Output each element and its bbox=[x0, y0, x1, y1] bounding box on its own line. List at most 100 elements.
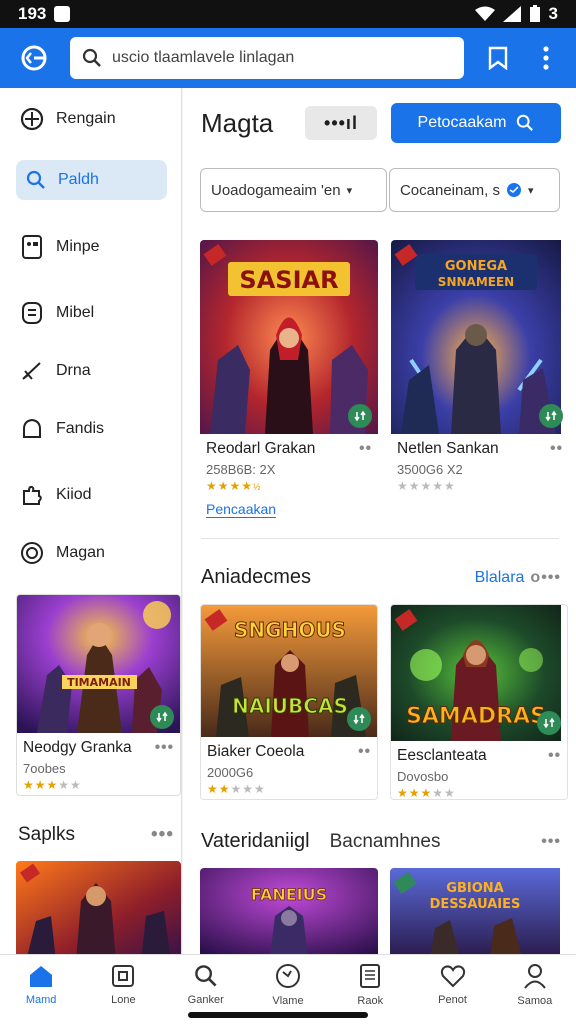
divider bbox=[201, 538, 559, 539]
chevron-down-icon: ▾ bbox=[346, 184, 353, 197]
star-rating: ★★★★½ bbox=[206, 479, 262, 493]
search-icon bbox=[517, 114, 534, 131]
nav-label: Vlame bbox=[272, 994, 304, 1007]
bookmark-icon bbox=[488, 46, 508, 70]
download-badge-icon[interactable] bbox=[150, 705, 174, 729]
sidebar-item-drna[interactable]: Drna bbox=[0, 342, 181, 400]
nav-item-samoa[interactable]: Samoa bbox=[494, 955, 576, 1024]
game-card[interactable]: FANEIUS bbox=[200, 868, 378, 954]
nav-item-penot[interactable]: Penot bbox=[411, 955, 493, 1024]
search-icon bbox=[26, 170, 45, 189]
signal-icon bbox=[502, 6, 521, 22]
home-indicator[interactable] bbox=[188, 1012, 368, 1018]
sidebar-item-label: Fandis bbox=[56, 420, 105, 437]
nav-label: Penot bbox=[438, 993, 467, 1006]
download-badge-icon[interactable] bbox=[348, 404, 372, 428]
svg-text:SNNAMEEN: SNNAMEEN bbox=[438, 275, 514, 289]
sidebar-item-label: Mibel bbox=[56, 304, 95, 321]
card-title-row: Netlen Sankan •• bbox=[397, 440, 563, 458]
more-options-icon[interactable]: •• bbox=[358, 743, 371, 761]
primary-search-button[interactable]: Petocaakam bbox=[391, 103, 561, 143]
overflow-menu-button[interactable] bbox=[526, 38, 566, 78]
nav-label: Mamd bbox=[25, 993, 57, 1006]
notification-icon bbox=[54, 6, 71, 22]
more-options-icon[interactable]: ••• bbox=[541, 833, 561, 851]
download-badge-icon[interactable] bbox=[347, 707, 371, 731]
more-options-icon[interactable]: o••• bbox=[530, 569, 561, 587]
sidebar-item-magan[interactable]: Magan bbox=[0, 524, 181, 582]
game-cover-image: SNGHOUS NAIUBCAS bbox=[201, 605, 377, 737]
filter-dropdown-1[interactable]: Uoadogameaim 'en ▾ bbox=[200, 168, 387, 212]
card-title-row: Eesclanteata •• bbox=[397, 747, 561, 765]
heart-icon bbox=[440, 964, 465, 987]
more-options-icon[interactable]: •• bbox=[359, 440, 372, 458]
more-options-icon[interactable]: ••• bbox=[155, 739, 174, 757]
sidebar-section-header: Saplks ••• bbox=[18, 824, 174, 846]
card-subtitle: 7oobes bbox=[23, 761, 66, 776]
sidebar-item-mibel[interactable]: Mibel bbox=[0, 284, 181, 342]
search-bar[interactable]: uscio tlaamlavele linlagan bbox=[70, 37, 464, 79]
game-card[interactable]: SNGHOUS NAIUBCAS Biaker Coeola •• 2000G6… bbox=[200, 604, 378, 800]
more-options-icon[interactable]: ••• bbox=[151, 824, 174, 846]
app-logo-icon[interactable] bbox=[12, 36, 56, 80]
sidebar-game-card[interactable]: TIMAMAIN Neodgy Granka ••• 7oobes ★★★★★ bbox=[16, 594, 181, 796]
game-cover-image: SAMADRAS bbox=[391, 605, 567, 741]
section-header: Vateridaniigl Bacnamhnes ••• bbox=[201, 830, 561, 853]
game-card[interactable]: GONEGA SNNAMEEN Netlen Sankan •• 3500G6 … bbox=[391, 240, 569, 510]
circle-icon bbox=[21, 542, 43, 564]
more-options-icon[interactable]: •• bbox=[550, 440, 563, 458]
nav-item-lone[interactable]: Lone bbox=[82, 955, 164, 1024]
game-card[interactable]: GBIONA DESSAUAIES bbox=[390, 868, 568, 954]
more-options-icon[interactable]: •• bbox=[548, 747, 561, 765]
card-subtitle: 2000G6 bbox=[207, 765, 254, 780]
menu-button[interactable]: •••ıl bbox=[305, 106, 377, 140]
card-title-row: Reodarl Grakan •• bbox=[206, 440, 372, 458]
filter-dropdown-2[interactable]: Cocaneinam, s ▾ bbox=[388, 168, 560, 212]
book-icon bbox=[360, 963, 381, 988]
sidebar-item-label: Kiiod bbox=[56, 486, 92, 503]
sidebar-item-label: Magan bbox=[56, 544, 105, 561]
sidebar-game-card[interactable] bbox=[16, 861, 181, 954]
sword-icon bbox=[22, 362, 41, 380]
game-cover-image: GBIONA DESSAUAIES bbox=[390, 868, 560, 954]
sidebar-item-label: Paldh bbox=[58, 171, 99, 188]
section-subtitle: Bacnamhnes bbox=[329, 831, 441, 852]
battery-level: 3 bbox=[548, 4, 558, 23]
card-subtitle: Dovosbo bbox=[397, 769, 449, 784]
search-icon bbox=[194, 964, 217, 987]
sidebar-item-minpe[interactable]: Minpe bbox=[0, 218, 181, 276]
card-title: Neodgy Granka bbox=[23, 739, 132, 756]
sidebar-item-fandis[interactable]: Fandis bbox=[0, 400, 181, 458]
card-title: Reodarl Grakan bbox=[206, 440, 316, 457]
see-more-link[interactable]: Blalara bbox=[475, 569, 525, 587]
search-input[interactable]: uscio tlaamlavele linlagan bbox=[112, 49, 294, 67]
filter-bar: Uoadogameaim 'en ▾ Cocaneinam, s ▾ bbox=[200, 168, 560, 212]
nav-label: Lone bbox=[111, 993, 136, 1006]
sidebar-item-paldh[interactable]: Paldh bbox=[16, 160, 167, 200]
game-cover-image bbox=[16, 861, 181, 954]
svg-text:SNGHOUS: SNGHOUS bbox=[234, 618, 346, 642]
game-card[interactable]: SAMADRAS Eesclanteata •• Dovosbo ★★★★★ bbox=[390, 604, 568, 800]
download-badge-icon[interactable] bbox=[539, 404, 563, 428]
sidebar-item-label: Drna bbox=[56, 362, 91, 379]
sidebar-item-kiiod[interactable]: Kiiod bbox=[0, 466, 181, 524]
section-title: Aniadecmes bbox=[201, 566, 312, 588]
game-cover-image: TIMAMAIN bbox=[17, 595, 180, 733]
app-bar: uscio tlaamlavele linlagan bbox=[0, 28, 576, 88]
game-card[interactable]: SASIAR Reodarl Grakan •• 258B6B: 2X ★★★★… bbox=[200, 240, 378, 530]
bookmark-button[interactable] bbox=[478, 38, 518, 78]
svg-text:SAMADRAS: SAMADRAS bbox=[406, 704, 546, 729]
sidebar-item-rengain[interactable]: Rengain bbox=[0, 90, 181, 148]
svg-text:GBIONA: GBIONA bbox=[446, 881, 503, 896]
section-title: Saplks bbox=[18, 824, 76, 845]
nav-item-home[interactable]: Mamd bbox=[0, 955, 82, 1024]
person-icon bbox=[524, 963, 546, 989]
svg-text:TIMAMAIN: TIMAMAIN bbox=[67, 676, 131, 689]
card-link[interactable]: Pencaakan bbox=[206, 501, 277, 518]
svg-text:SASIAR: SASIAR bbox=[239, 266, 338, 294]
filter-label: Cocaneinam, s bbox=[399, 181, 501, 199]
nav-label: Raok bbox=[357, 994, 384, 1007]
star-rating: ★★★★★ bbox=[207, 782, 266, 796]
download-badge-icon[interactable] bbox=[537, 711, 561, 735]
gamepad-icon bbox=[22, 302, 42, 324]
